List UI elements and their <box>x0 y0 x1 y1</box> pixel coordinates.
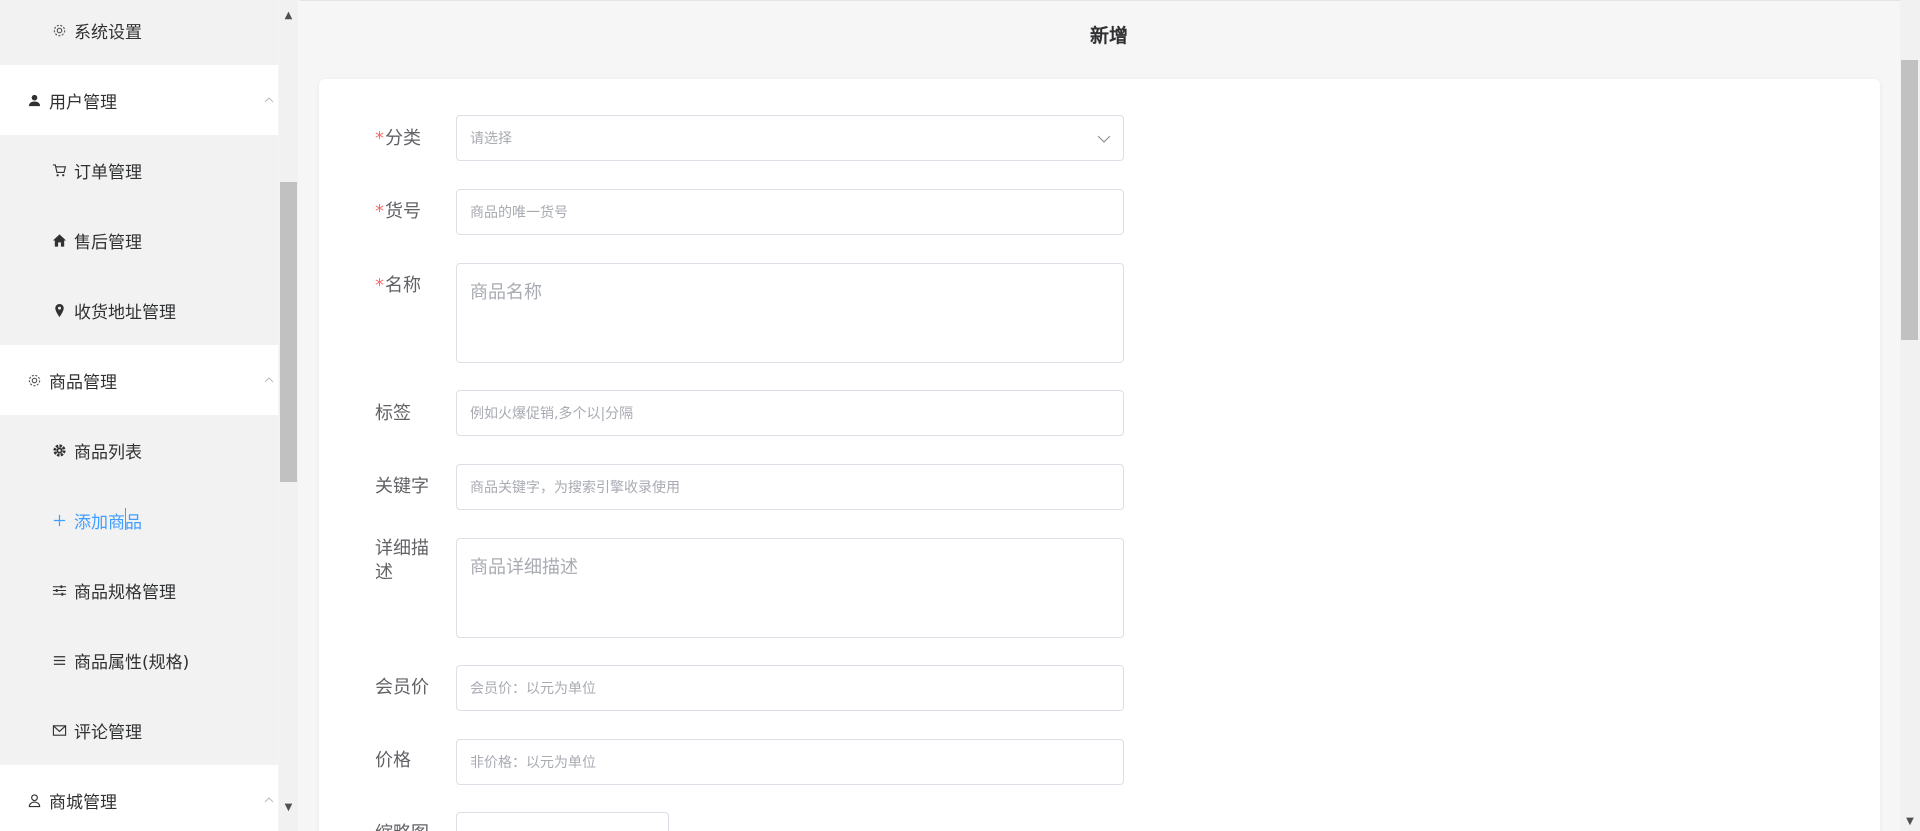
tags-input-placeholder: 例如火爆促销,多个以|分隔 <box>470 406 634 422</box>
user-outline-icon <box>25 791 43 809</box>
page-title: 新增 <box>1089 25 1128 47</box>
description-textarea[interactable]: 商品详细描述 <box>456 538 1124 638</box>
sidebar-group-user-management[interactable]: 用户管理 <box>0 65 278 135</box>
location-icon <box>50 301 68 319</box>
sidebar-item-label: 用户管理 <box>49 92 117 113</box>
sidebar-item-product-attributes[interactable]: 商品属性(规格) <box>0 625 278 695</box>
sidebar-item-label: 商品列表 <box>74 442 142 463</box>
sidebar-item-label: 系统设置 <box>74 22 142 43</box>
gear-icon <box>50 21 68 39</box>
sidebar-item-label: 订单管理 <box>74 162 142 183</box>
sidebar-scrollbar-thumb[interactable] <box>280 182 297 482</box>
category-label: *分类 <box>375 128 421 149</box>
scroll-down-icon[interactable]: ▼ <box>279 798 298 816</box>
description-label: 详细描述 <box>375 538 429 583</box>
home-icon <box>50 231 68 249</box>
chevron-up-icon <box>264 377 274 383</box>
keywords-input[interactable]: 商品关键字，为搜索引擎收录使用 <box>456 464 1124 510</box>
sidebar-item-label: 添加商品 <box>74 512 142 533</box>
name-textarea-placeholder: 商品名称 <box>470 282 542 303</box>
sidebar-item-orders[interactable]: 订单管理 <box>0 135 278 205</box>
name-label: *名称 <box>375 275 421 296</box>
sidebar-item-label: 商品管理 <box>49 372 117 393</box>
scroll-down-icon[interactable]: ▼ <box>1900 812 1920 830</box>
gear-filled-icon <box>50 441 68 459</box>
price-input[interactable]: 非价格：以元为单位 <box>456 739 1124 785</box>
chevron-up-icon <box>264 97 274 103</box>
member-price-input-placeholder: 会员价：以元为单位 <box>470 681 596 697</box>
sidebar-item-spec-management[interactable]: 商品规格管理 <box>0 555 278 625</box>
main-content: 新增 *分类 请选择 *货号 商品的唯一货号 *名称 商品名称 标签 例如火爆促… <box>300 0 1900 831</box>
keywords-label: 关键字 <box>375 476 429 497</box>
sku-input[interactable]: 商品的唯一货号 <box>456 189 1124 235</box>
thumbnail-label: 缩略图 <box>375 822 429 831</box>
sidebar-item-label: 商城管理 <box>49 792 117 813</box>
list-icon <box>50 651 68 669</box>
name-textarea[interactable]: 商品名称 <box>456 263 1124 363</box>
sidebar-item-label: 商品属性(规格) <box>74 652 190 673</box>
thumbnail-upload[interactable] <box>456 812 669 831</box>
sidebar-group-product-management[interactable]: 商品管理 <box>0 345 278 415</box>
sidebar-item-label: 商品规格管理 <box>74 582 176 603</box>
sidebar-item-add-product[interactable]: 添加商品 <box>0 485 278 555</box>
keywords-input-placeholder: 商品关键字，为搜索引擎收录使用 <box>470 480 680 496</box>
gear-icon <box>25 371 43 389</box>
description-textarea-placeholder: 商品详细描述 <box>470 557 578 578</box>
page-scrollbar-thumb[interactable] <box>1901 60 1918 340</box>
tags-label: 标签 <box>375 403 411 424</box>
scroll-up-icon[interactable]: ▲ <box>279 6 298 24</box>
sidebar-item-shipping-address[interactable]: 收货地址管理 <box>0 275 278 345</box>
sidebar-item-label: 评论管理 <box>74 722 142 743</box>
sku-input-placeholder: 商品的唯一货号 <box>470 205 568 221</box>
sidebar-item-label: 售后管理 <box>74 232 142 253</box>
text-cursor <box>125 508 126 530</box>
member-price-input[interactable]: 会员价：以元为单位 <box>456 665 1124 711</box>
message-icon <box>50 721 68 739</box>
sliders-icon <box>50 581 68 599</box>
user-icon <box>25 91 43 109</box>
category-select[interactable]: 请选择 <box>456 115 1124 161</box>
price-input-placeholder: 非价格：以元为单位 <box>470 755 596 771</box>
category-select-placeholder: 请选择 <box>470 131 512 147</box>
sidebar-item-comments[interactable]: 评论管理 <box>0 695 278 765</box>
sku-label: *货号 <box>375 201 421 222</box>
sidebar-group-mall-management[interactable]: 商城管理 <box>0 765 278 831</box>
sidebar-item-system-settings[interactable]: 系统设置 <box>0 0 278 65</box>
cart-icon <box>50 161 68 179</box>
sidebar-item-label: 收货地址管理 <box>74 302 176 323</box>
chevron-up-icon <box>264 797 274 803</box>
member-price-label: 会员价 <box>375 677 429 698</box>
chevron-down-icon <box>1097 135 1111 143</box>
sidebar: 系统设置 用户管理 订单管理 售后管理 收货地址管理 商品管理 商品列表 添加商… <box>0 0 278 831</box>
sidebar-item-product-list[interactable]: 商品列表 <box>0 415 278 485</box>
form-card: *分类 请选择 *货号 商品的唯一货号 *名称 商品名称 标签 例如火爆促销,多… <box>319 79 1880 831</box>
price-label: 价格 <box>375 750 411 771</box>
sidebar-item-after-sales[interactable]: 售后管理 <box>0 205 278 275</box>
plus-icon <box>50 511 68 529</box>
tags-input[interactable]: 例如火爆促销,多个以|分隔 <box>456 390 1124 436</box>
